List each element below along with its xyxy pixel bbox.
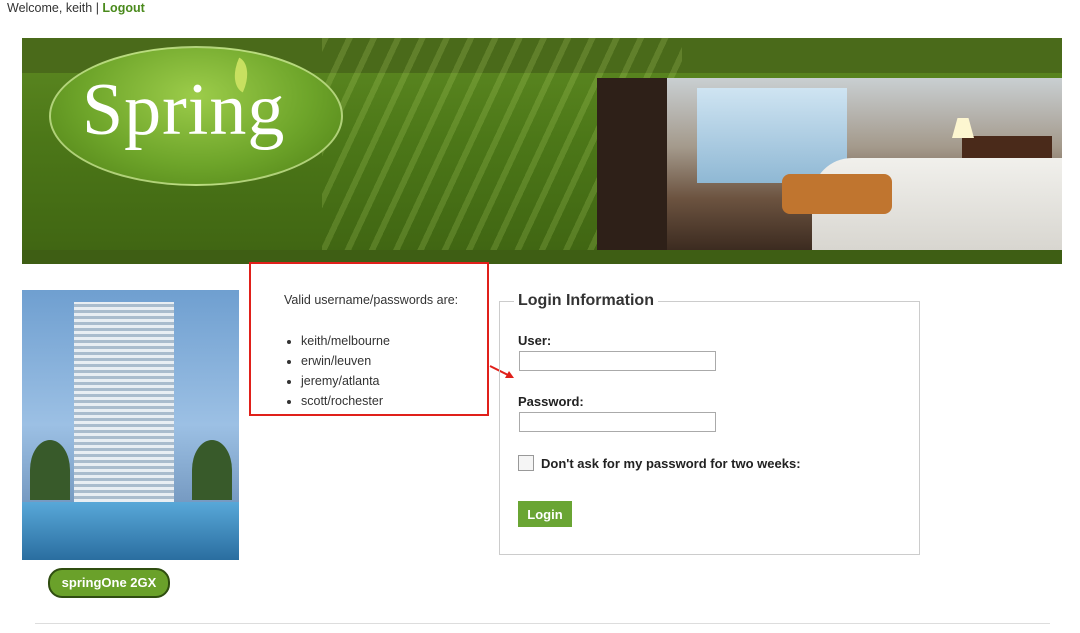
spring-logo-text: Spring [82,69,286,151]
remember-me-checkbox[interactable] [518,455,534,471]
footer-divider [35,623,1050,624]
login-legend: Login Information [514,292,658,310]
user-label: User: [518,333,552,348]
list-item: scott/rochester [301,391,390,411]
user-input[interactable] [519,351,716,371]
password-input[interactable] [519,412,716,432]
remember-me-label: Don't ask for my password for two weeks: [541,456,801,471]
list-item: jeremy/atlanta [301,371,390,391]
credentials-title: Valid username/passwords are: [284,293,459,307]
springone-logo: springOne 2GX [48,568,170,598]
password-label: Password: [518,394,584,409]
list-item: erwin/leuven [301,351,390,371]
list-item: keith/melbourne [301,331,390,351]
hotel-tower-image [22,290,239,560]
banner-stripe-bottom [22,250,1062,264]
header-banner: Spring [22,38,1062,264]
login-button[interactable]: Login [518,501,572,527]
logout-link[interactable]: Logout [102,1,144,15]
welcome-text: Welcome, keith | [7,1,103,15]
welcome-bar: Welcome, keith | Logout [7,1,145,15]
springone-logo-text: springOne 2GX [61,575,157,590]
hotel-room-image [597,78,1062,250]
credentials-list: keith/melbourne erwin/leuven jeremy/atla… [286,331,390,411]
